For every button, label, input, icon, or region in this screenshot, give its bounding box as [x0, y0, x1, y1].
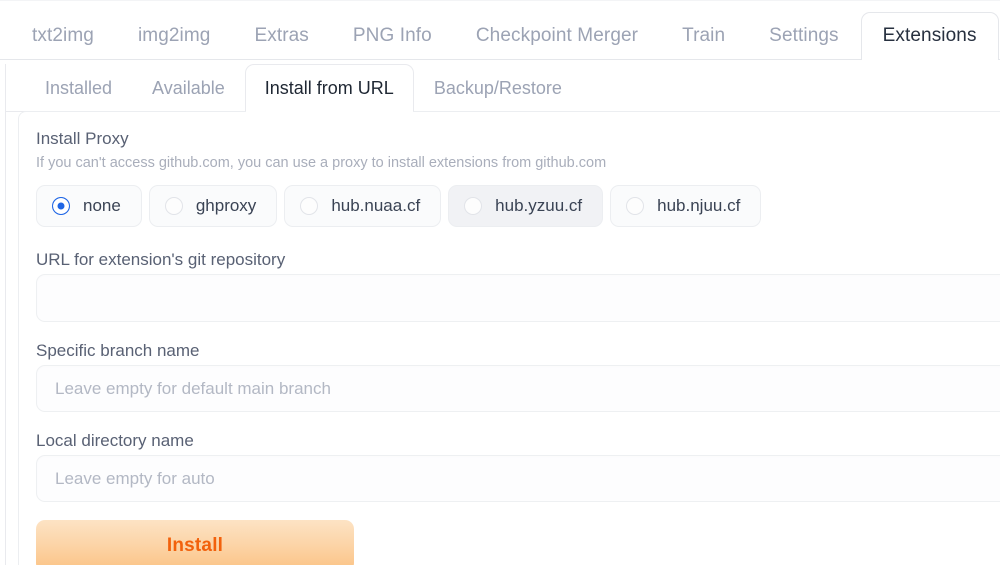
tab-label: Extensions	[882, 25, 977, 46]
radio-unselected-icon	[464, 197, 483, 215]
radio-option-hub-nuaa-cf[interactable]: hub.nuaa.cf	[284, 185, 442, 227]
radio-option-hub-yzuu-cf[interactable]: hub.yzuu.cf	[448, 185, 604, 227]
radio-label: hub.nuaa.cf	[331, 196, 421, 215]
tab-label: Available	[152, 77, 225, 98]
branch-name-placeholder: Leave empty for default main branch	[55, 378, 331, 398]
radio-option-none[interactable]: none	[36, 185, 142, 227]
radio-label: hub.njuu.cf	[657, 196, 741, 215]
install-button-label: Install	[166, 535, 224, 556]
tab-backup-restore[interactable]: Backup/Restore	[414, 64, 582, 111]
tab-extras[interactable]: Extras	[232, 12, 330, 59]
branch-name-input[interactable]: Leave empty for default main branch	[36, 365, 1000, 412]
radio-unselected-icon	[164, 197, 183, 215]
extensions-tab-bar: Installed Available Install from URL Bac…	[5, 64, 1000, 112]
tab-label: Install from URL	[264, 77, 394, 98]
webui-root: txt2img img2img Extras PNG Info Checkpoi…	[0, 0, 1000, 565]
tab-label: img2img	[137, 25, 211, 46]
tab-label: Extras	[254, 25, 309, 46]
branch-name-label: Specific branch name	[36, 341, 200, 360]
tab-label: Settings	[769, 25, 839, 46]
radio-option-hub-njuu-cf[interactable]: hub.njuu.cf	[610, 185, 762, 227]
tab-train[interactable]: Train	[660, 12, 747, 59]
container-left-rule	[5, 64, 6, 565]
radio-label: none	[83, 196, 121, 215]
tab-label: Train	[682, 25, 726, 46]
tab-label: Checkpoint Merger	[475, 25, 639, 46]
tab-install-from-url[interactable]: Install from URL	[244, 64, 414, 112]
tab-png-info[interactable]: PNG Info	[331, 12, 454, 59]
install-proxy-radio-group: none ghproxy hub.nuaa.cf hub.yzuu.cf hub…	[36, 185, 1000, 227]
tab-label: Backup/Restore	[433, 77, 562, 98]
tab-settings[interactable]: Settings	[747, 12, 860, 59]
local-directory-placeholder: Leave empty for auto	[55, 468, 215, 488]
radio-selected-icon	[52, 197, 70, 215]
radio-label: hub.yzuu.cf	[495, 196, 583, 215]
tab-label: txt2img	[32, 25, 94, 46]
radio-option-ghproxy[interactable]: ghproxy	[148, 185, 278, 227]
tab-available[interactable]: Available	[132, 64, 245, 111]
window-top-edge	[0, 0, 1000, 1]
tab-label: Installed	[45, 77, 113, 98]
radio-unselected-icon	[626, 197, 645, 215]
tab-img2img[interactable]: img2img	[116, 12, 233, 59]
git-url-label: URL for extension's git repository	[36, 250, 286, 269]
tab-label: PNG Info	[352, 25, 432, 46]
radio-unselected-icon	[300, 197, 319, 215]
install-from-url-panel: Install Proxy If you can't access github…	[18, 111, 1000, 565]
tab-txt2img[interactable]: txt2img	[10, 12, 116, 59]
install-proxy-label: Install Proxy	[36, 129, 129, 148]
install-button[interactable]: Install	[36, 520, 354, 565]
local-directory-label: Local directory name	[36, 431, 194, 450]
install-proxy-description: If you can't access github.com, you can …	[36, 155, 607, 171]
tab-installed[interactable]: Installed	[25, 64, 132, 111]
tab-extensions[interactable]: Extensions	[860, 12, 999, 60]
local-directory-input[interactable]: Leave empty for auto	[36, 455, 1000, 502]
radio-label: ghproxy	[195, 196, 257, 215]
git-url-input[interactable]	[36, 274, 1000, 322]
primary-tab-bar: txt2img img2img Extras PNG Info Checkpoi…	[0, 12, 1000, 60]
tab-checkpoint-merger[interactable]: Checkpoint Merger	[454, 12, 660, 59]
